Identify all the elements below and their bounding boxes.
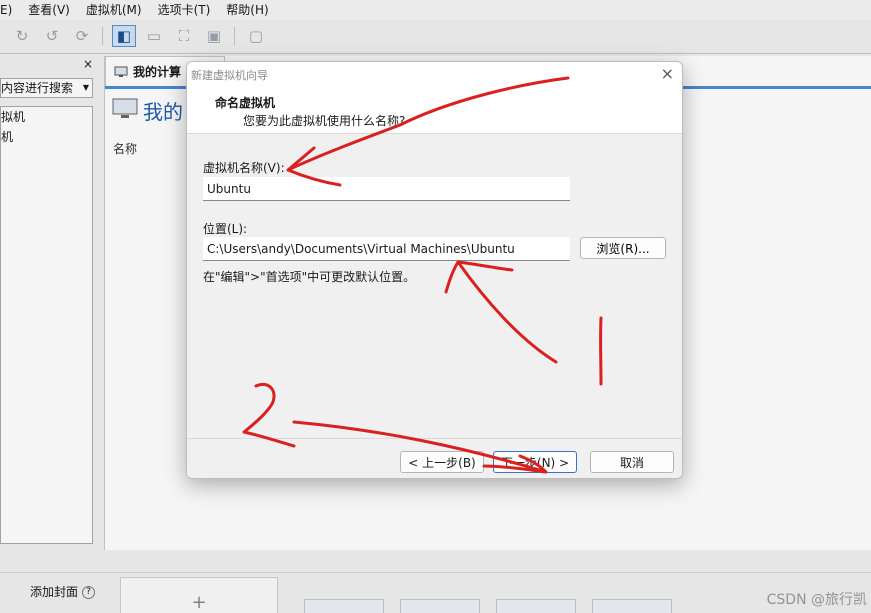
next-button[interactable]: 下一步(N) > <box>493 451 577 473</box>
new-vm-wizard-dialog: 新建虚拟机向导 × 命名虚拟机 您要为此虚拟机使用什么名称? 虚拟机名称(V):… <box>186 61 683 479</box>
browse-button[interactable]: 浏览(R)... <box>580 237 666 259</box>
step-subtitle: 您要为此虚拟机使用什么名称? <box>243 114 406 128</box>
dialog-titlebar: 新建虚拟机向导 × <box>187 62 682 86</box>
location-input[interactable] <box>203 237 570 261</box>
dialog-footer: < 上一步(B) 下一步(N) > 取消 <box>187 438 682 478</box>
step-title: 命名虚拟机 <box>215 96 276 110</box>
dialog-body: 虚拟机名称(V): 位置(L): 浏览(R)... 在"编辑">"首选项"中可更… <box>187 134 682 438</box>
dialog-title: 新建虚拟机向导 <box>191 69 268 82</box>
vm-name-label: 虚拟机名称(V): <box>203 161 285 175</box>
back-button[interactable]: < 上一步(B) <box>400 451 484 473</box>
cancel-button[interactable]: 取消 <box>590 451 674 473</box>
dialog-header: 命名虚拟机 您要为此虚拟机使用什么名称? <box>187 86 682 134</box>
vm-name-input[interactable] <box>203 177 570 201</box>
location-label: 位置(L): <box>203 222 248 236</box>
close-icon[interactable]: × <box>661 64 674 83</box>
location-hint: 在"编辑">"首选项"中可更改默认位置。 <box>203 270 416 284</box>
